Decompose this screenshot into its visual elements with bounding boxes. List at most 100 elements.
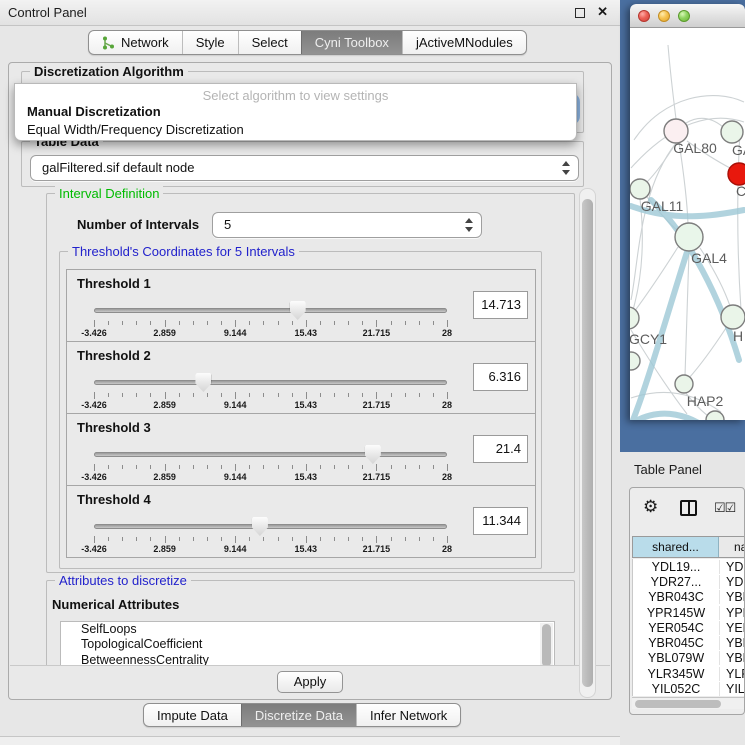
threshold-value-field[interactable]: 6.316 bbox=[473, 363, 528, 391]
slider-handle[interactable] bbox=[290, 301, 306, 320]
network-node-selected-red[interactable] bbox=[728, 163, 745, 185]
svg-text:GCY1: GCY1 bbox=[630, 331, 667, 347]
slider-track[interactable] bbox=[94, 308, 447, 313]
network-node-partial-top[interactable] bbox=[721, 121, 743, 143]
tick-mark bbox=[136, 537, 137, 541]
table-row[interactable]: YPR145WYPR1 bbox=[633, 605, 745, 620]
network-node-gcy1[interactable] bbox=[630, 307, 639, 329]
slider-track[interactable] bbox=[94, 380, 447, 385]
slider-track[interactable] bbox=[94, 452, 447, 457]
tick-label: 21.715 bbox=[363, 544, 391, 554]
tick-mark bbox=[207, 321, 208, 325]
tick-label: -3.426 bbox=[81, 328, 107, 338]
threshold-value-field[interactable]: 14.713 bbox=[473, 291, 528, 319]
number-of-intervals-combo[interactable]: 5 bbox=[212, 212, 482, 238]
shared-name-cell[interactable]: YIL052C bbox=[633, 682, 719, 696]
tab-select[interactable]: Select bbox=[238, 31, 301, 54]
select-columns-checkboxes-icon[interactable]: ☑☑ bbox=[714, 500, 735, 516]
name-cell[interactable]: YIL0 bbox=[719, 682, 745, 696]
slider-track[interactable] bbox=[94, 524, 447, 529]
tick-mark bbox=[136, 321, 137, 325]
threshold-value-field[interactable]: 21.4 bbox=[473, 435, 528, 463]
columns-icon[interactable] bbox=[680, 500, 697, 516]
table-row[interactable]: YBR043CYBR0 bbox=[633, 590, 745, 605]
tick-mark bbox=[292, 537, 293, 541]
name-cell[interactable]: YER0 bbox=[719, 621, 745, 635]
bottom-tab-infer-network[interactable]: Infer Network bbox=[356, 704, 460, 726]
close-traffic-light-icon[interactable] bbox=[638, 10, 650, 22]
bottom-tab-impute-data[interactable]: Impute Data bbox=[144, 704, 241, 726]
network-node-gal4[interactable] bbox=[675, 223, 703, 251]
threshold-value-field[interactable]: 11.344 bbox=[473, 507, 528, 535]
list-scrollbar-thumb[interactable] bbox=[542, 624, 551, 667]
tab-network[interactable]: Network bbox=[89, 31, 182, 54]
numerical-attributes-list[interactable]: SelfLoopsTopologicalCoefficientBetweenne… bbox=[60, 621, 555, 668]
table-horizontal-scrollbar[interactable] bbox=[632, 697, 745, 709]
gear-icon[interactable]: ⚙ bbox=[643, 497, 658, 517]
minimize-traffic-light-icon[interactable] bbox=[658, 10, 670, 22]
shared-name-cell[interactable]: YBR043C bbox=[633, 590, 719, 604]
list-scrollbar[interactable] bbox=[540, 623, 553, 668]
name-cell[interactable]: YBR0 bbox=[719, 636, 745, 650]
name-cell[interactable]: YLR3 bbox=[719, 667, 745, 681]
threshold-panel: Threshold 4 -3.4262.8599.14415.4321.7152… bbox=[66, 485, 536, 558]
table-data-combo[interactable]: galFiltered.sif default node bbox=[30, 155, 579, 181]
shared-name-cell[interactable]: YLR345W bbox=[633, 667, 719, 681]
algorithm-option-manual-discretization[interactable]: Manual Discretization bbox=[15, 103, 576, 121]
network-canvas[interactable]: GAL80 GA C GAL11 GAL4 GCY1 H HAP2 bbox=[630, 28, 745, 420]
network-node-left-small[interactable] bbox=[630, 352, 640, 370]
tick-mark bbox=[263, 465, 264, 469]
table-row[interactable]: YIL052CYIL0 bbox=[633, 681, 745, 696]
threshold-slider[interactable]: -3.4262.8599.14415.4321.71528 bbox=[94, 376, 447, 412]
combo-arrows-icon bbox=[464, 217, 473, 233]
network-node-hap2[interactable] bbox=[675, 375, 693, 393]
shared-name-cell[interactable]: YER054C bbox=[633, 621, 719, 635]
table-row[interactable]: YDL19...YDL1 bbox=[633, 559, 745, 574]
network-node-gal11[interactable] bbox=[630, 179, 650, 199]
tab-jactivemnodules[interactable]: jActiveMNodules bbox=[402, 31, 526, 54]
name-cell[interactable]: YPR1 bbox=[719, 606, 745, 620]
shared-name-cell[interactable]: YDL19... bbox=[633, 560, 719, 574]
tick-mark bbox=[433, 321, 434, 325]
tab-cyni-toolbox[interactable]: Cyni Toolbox bbox=[301, 31, 402, 54]
shared-name-cell[interactable]: YBR045C bbox=[633, 636, 719, 650]
shared-name-cell[interactable]: YDR27... bbox=[633, 575, 719, 589]
table-row[interactable]: YBL079WYBL0 bbox=[633, 651, 745, 666]
svg-text:HAP2: HAP2 bbox=[687, 393, 724, 409]
attribute-list-item[interactable]: TopologicalCoefficient bbox=[61, 637, 554, 652]
tab-style[interactable]: Style bbox=[182, 31, 238, 54]
name-cell[interactable]: YDR2 bbox=[719, 575, 745, 589]
network-node-bottom-partial[interactable] bbox=[706, 411, 724, 420]
network-node-partial-low[interactable] bbox=[721, 305, 745, 329]
threshold-slider[interactable]: -3.4262.8599.14415.4321.71528 bbox=[94, 304, 447, 340]
column-header-shared-name[interactable]: shared... bbox=[632, 537, 719, 557]
name-cell[interactable]: YDL1 bbox=[719, 560, 745, 574]
table-hscrollbar-thumb[interactable] bbox=[635, 700, 721, 708]
shared-name-cell[interactable]: YBL079W bbox=[633, 651, 719, 665]
table-row[interactable]: YLR345WYLR3 bbox=[633, 666, 745, 681]
float-window-icon[interactable] bbox=[575, 8, 585, 18]
slider-handle[interactable] bbox=[252, 517, 268, 536]
table-panel-region: Table Panel ⚙ ☑☑ shared... na YDL19...YD… bbox=[620, 452, 745, 745]
name-cell[interactable]: YBR0 bbox=[719, 590, 745, 604]
name-cell[interactable]: YBL0 bbox=[719, 651, 745, 665]
tick-label: 21.715 bbox=[363, 400, 391, 410]
slider-handle[interactable] bbox=[195, 373, 211, 392]
threshold-slider[interactable]: -3.4262.8599.14415.4321.71528 bbox=[94, 520, 447, 556]
column-header-name[interactable]: na bbox=[719, 537, 744, 557]
slider-handle[interactable] bbox=[365, 445, 381, 464]
network-node-labels: GAL80 GA C GAL11 GAL4 GCY1 H HAP2 bbox=[630, 140, 745, 409]
zoom-traffic-light-icon[interactable] bbox=[678, 10, 690, 22]
table-row[interactable]: YER054CYER0 bbox=[633, 620, 745, 635]
attribute-list-item[interactable]: SelfLoops bbox=[61, 622, 554, 637]
table-row[interactable]: YBR045CYBR0 bbox=[633, 635, 745, 650]
shared-name-cell[interactable]: YPR145W bbox=[633, 606, 719, 620]
close-icon[interactable]: ✕ bbox=[597, 4, 608, 20]
table-row[interactable]: YDR27...YDR2 bbox=[633, 574, 745, 589]
algorithm-option-equal-width-frequency-discretization[interactable]: Equal Width/Frequency Discretization bbox=[15, 121, 576, 139]
bottom-tab-discretize-data[interactable]: Discretize Data bbox=[241, 704, 356, 726]
threshold-slider[interactable]: -3.4262.8599.14415.4321.71528 bbox=[94, 448, 447, 484]
panel-scrollbar-thumb[interactable] bbox=[582, 199, 593, 687]
panel-vertical-scrollbar[interactable] bbox=[579, 188, 596, 698]
apply-button[interactable]: Apply bbox=[277, 671, 343, 693]
